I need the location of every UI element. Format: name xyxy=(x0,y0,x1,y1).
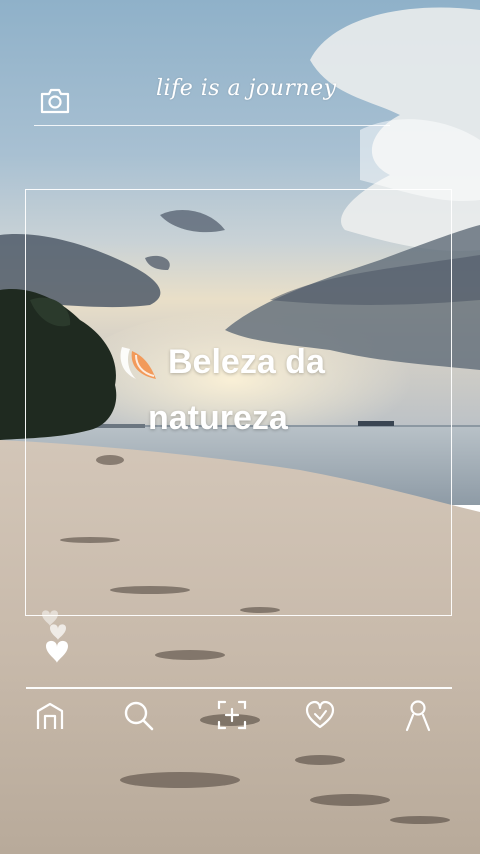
home-icon xyxy=(36,702,64,729)
caption-line-1: Beleza da xyxy=(168,343,325,381)
nav-divider xyxy=(26,687,452,689)
hearts-like-button[interactable] xyxy=(38,606,82,668)
nav-home-button[interactable] xyxy=(32,697,68,733)
swoosh-logo-icon xyxy=(120,347,156,379)
camera-icon xyxy=(40,88,70,114)
header-divider xyxy=(34,125,390,126)
handwritten-title: life is a journey xyxy=(156,76,337,101)
caption-line-2: natureza xyxy=(148,399,288,437)
nav-search-button[interactable] xyxy=(120,697,156,733)
nav-add-button[interactable] xyxy=(214,697,250,733)
hearts-like-icon xyxy=(42,610,68,663)
camera-button[interactable] xyxy=(38,86,72,116)
search-icon xyxy=(124,701,154,731)
add-post-icon xyxy=(217,700,247,730)
heart-icon xyxy=(305,700,335,729)
profile-icon xyxy=(405,700,431,732)
nav-profile-button[interactable] xyxy=(400,697,436,733)
nav-heart-button[interactable] xyxy=(302,697,338,733)
